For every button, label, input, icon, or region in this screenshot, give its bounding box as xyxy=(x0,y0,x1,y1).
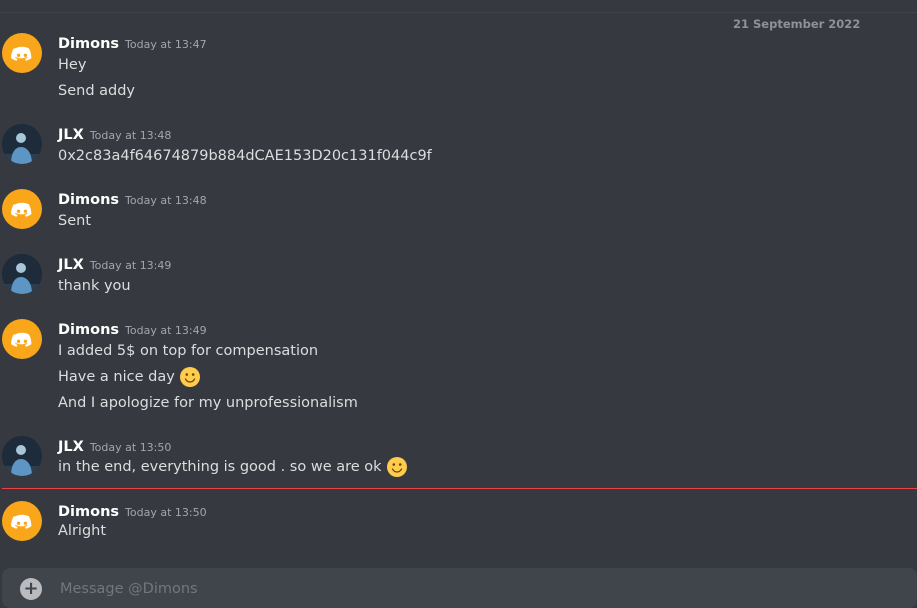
message-header: JLX Today at 13:49 xyxy=(58,254,171,273)
username[interactable]: Dimons xyxy=(58,322,119,338)
user-avatar[interactable] xyxy=(2,436,42,476)
message-text: And I apologize for my unprofessionalism xyxy=(58,395,358,411)
message-composer: + xyxy=(2,568,917,608)
discord-logo-icon[interactable] xyxy=(2,319,42,359)
discord-logo-icon[interactable] xyxy=(2,33,42,73)
slightly-smiling-face-icon xyxy=(179,367,200,387)
message-text: thank you xyxy=(58,278,131,294)
new-messages-divider xyxy=(2,488,917,489)
message-header: Dimons Today at 13:48 xyxy=(58,189,207,208)
message-text: 0x2c83a4f64674879b884dCAE153D20c131f044c… xyxy=(58,148,432,164)
username[interactable]: JLX xyxy=(58,127,84,143)
user-avatar[interactable] xyxy=(2,254,42,294)
user-avatar[interactable] xyxy=(2,124,42,164)
message-text: Have a nice day xyxy=(58,369,175,385)
discord-logo-icon[interactable] xyxy=(2,501,42,541)
slightly-smiling-face-icon xyxy=(386,457,407,477)
message-header: Dimons Today at 13:49 xyxy=(58,319,207,338)
add-attachment-button[interactable]: + xyxy=(20,578,42,600)
message-header: JLX Today at 13:50 xyxy=(58,436,171,455)
message-text: I added 5$ on top for compensation xyxy=(58,343,319,359)
message-header: JLX Today at 13:48 xyxy=(58,124,171,143)
message-text: in the end, everything is good . so we a… xyxy=(58,459,382,475)
discord-logo-icon[interactable] xyxy=(2,189,42,229)
timestamp: Today at 13:50 xyxy=(125,506,207,519)
timestamp: Today at 13:50 xyxy=(89,441,172,454)
message-header: Dimons Today at 13:50 xyxy=(58,501,207,520)
message-text: Alright xyxy=(58,523,107,539)
username[interactable]: Dimons xyxy=(58,504,119,520)
timestamp: Today at 13:48 xyxy=(89,129,172,142)
message-line-with-emoji: in the end, everything is good . so we a… xyxy=(58,456,408,478)
timestamp: Today at 13:49 xyxy=(89,259,172,272)
message-header: Dimons Today at 13:47 xyxy=(58,33,207,52)
timestamp: Today at 13:48 xyxy=(125,194,207,207)
username[interactable]: Dimons xyxy=(58,192,119,208)
message-input[interactable] xyxy=(58,577,892,601)
username[interactable]: JLX xyxy=(58,439,84,455)
date-divider: 21 September 2022 xyxy=(0,12,917,31)
plus-icon: + xyxy=(23,578,39,599)
username[interactable]: JLX xyxy=(58,257,84,273)
message-text: Hey xyxy=(58,57,87,73)
date-divider-label: 21 September 2022 xyxy=(725,17,869,31)
timestamp: Today at 13:49 xyxy=(125,324,207,337)
message-text: Send addy xyxy=(58,83,136,99)
message-line-with-emoji: Have a nice day xyxy=(58,366,201,388)
timestamp: Today at 13:47 xyxy=(125,38,207,51)
message-text: Sent xyxy=(58,213,92,229)
username[interactable]: Dimons xyxy=(58,36,119,52)
